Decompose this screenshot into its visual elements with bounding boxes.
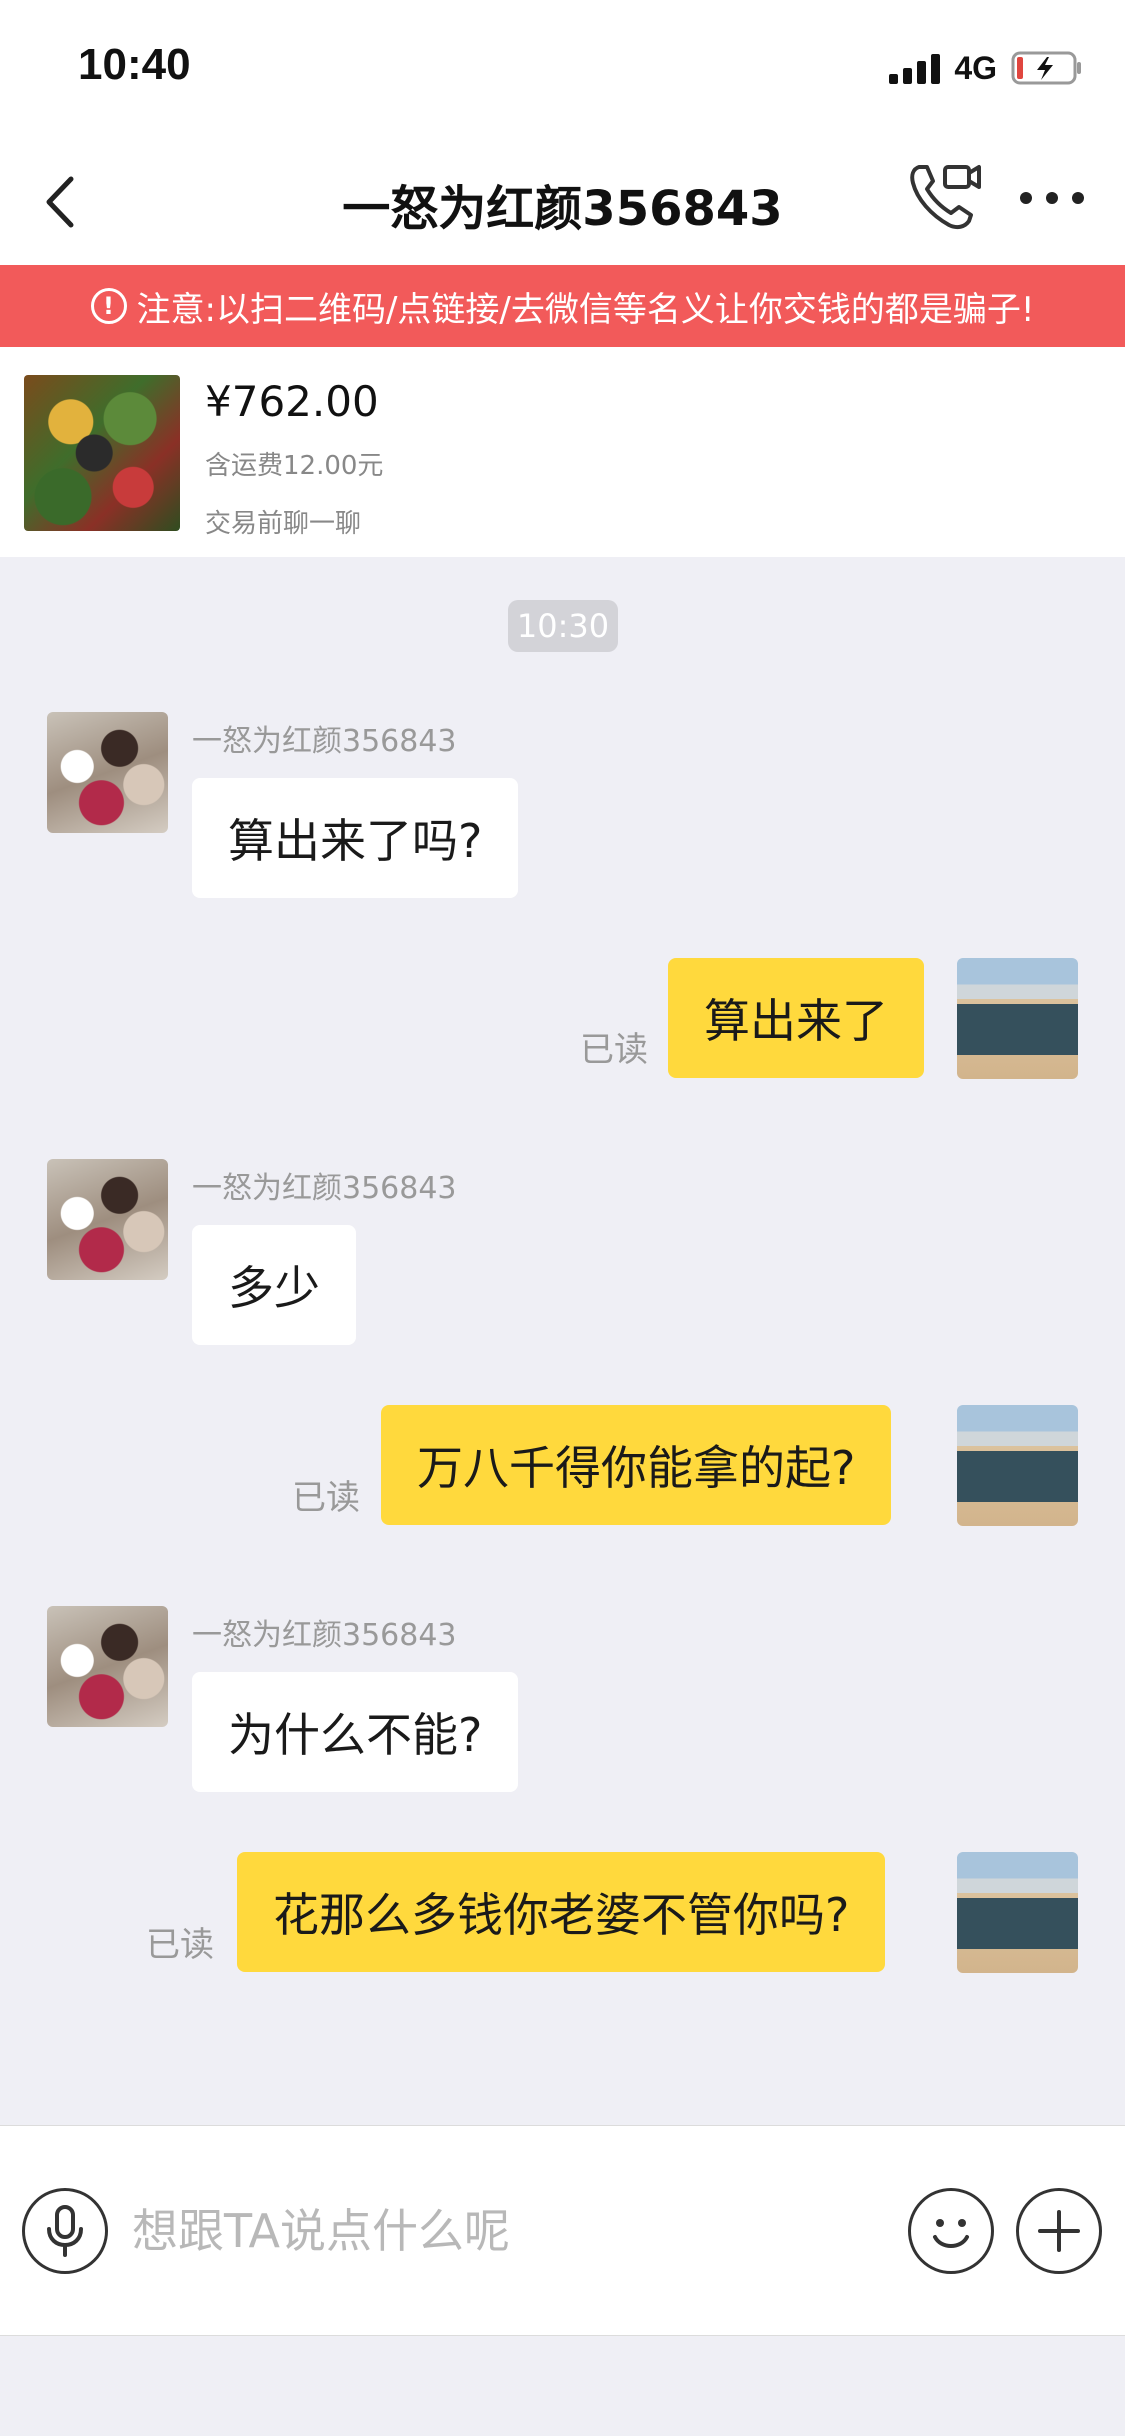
avatar-self[interactable] [957, 1405, 1078, 1526]
message-bubble-self[interactable]: 万八千得你能拿的起? [381, 1405, 892, 1525]
emoji-button[interactable] [908, 2188, 994, 2274]
status-bar: 10:40 4G [0, 0, 1125, 135]
product-note: 交易前聊一聊 [205, 509, 362, 539]
plus-icon [1038, 2210, 1080, 2252]
product-shipping: 含运费12.00元 [205, 451, 384, 481]
message-bubble-other[interactable]: 算出来了吗? [192, 778, 519, 898]
avatar-self[interactable] [957, 1852, 1078, 1973]
scam-warning-banner: ! 注意:以扫二维码/点链接/去微信等名义让你交钱的都是骗子! [0, 265, 1125, 347]
sender-name: 一怒为红颜356843 [192, 1171, 457, 1206]
warning-icon: ! [90, 288, 127, 324]
product-image[interactable] [24, 375, 180, 531]
read-status: 已读 [580, 1030, 648, 1070]
read-status: 已读 [146, 1925, 214, 1965]
bottom-safe-area [0, 2335, 1125, 2436]
warning-text: 注意:以扫二维码/点链接/去微信等名义让你交钱的都是骗子! [136, 289, 1035, 330]
smiley-icon [933, 2219, 969, 2248]
avatar-self[interactable] [957, 958, 1078, 1079]
microphone-icon [47, 2205, 83, 2257]
product-price: ¥762.00 [205, 377, 379, 426]
message-input-bar [0, 2125, 1125, 2335]
chat-timestamp: 10:30 [508, 600, 618, 652]
message-bubble-self[interactable]: 花那么多钱你老婆不管你吗? [237, 1852, 886, 1972]
more-button[interactable] [1012, 173, 1092, 223]
message-bubble-other[interactable]: 多少 [192, 1225, 356, 1345]
message-input[interactable] [130, 2186, 870, 2276]
message-bubble-self[interactable]: 算出来了 [668, 958, 924, 1078]
more-dots-icon [1020, 192, 1032, 204]
plus-button[interactable] [1016, 2188, 1102, 2274]
sender-name: 一怒为红颜356843 [192, 1618, 457, 1653]
sender-name: 一怒为红颜356843 [192, 724, 457, 759]
status-indicators: 4G [889, 48, 1083, 88]
voice-button[interactable] [22, 2188, 108, 2274]
avatar-other[interactable] [47, 1606, 168, 1727]
read-status: 已读 [292, 1478, 360, 1518]
avatar-other[interactable] [47, 712, 168, 833]
status-time: 10:40 [78, 40, 191, 89]
network-type: 4G [954, 49, 997, 86]
battery-charging-icon [1011, 51, 1081, 85]
avatar-other[interactable] [47, 1159, 168, 1280]
chat-header: 一怒为红颜356843 [0, 135, 1125, 265]
call-button[interactable] [905, 157, 985, 237]
phone-video-icon [910, 165, 981, 230]
product-card[interactable]: ¥762.00 含运费12.00元 交易前聊一聊 [0, 347, 1125, 557]
signal-icon [889, 52, 941, 84]
message-bubble-other[interactable]: 为什么不能? [192, 1672, 519, 1792]
